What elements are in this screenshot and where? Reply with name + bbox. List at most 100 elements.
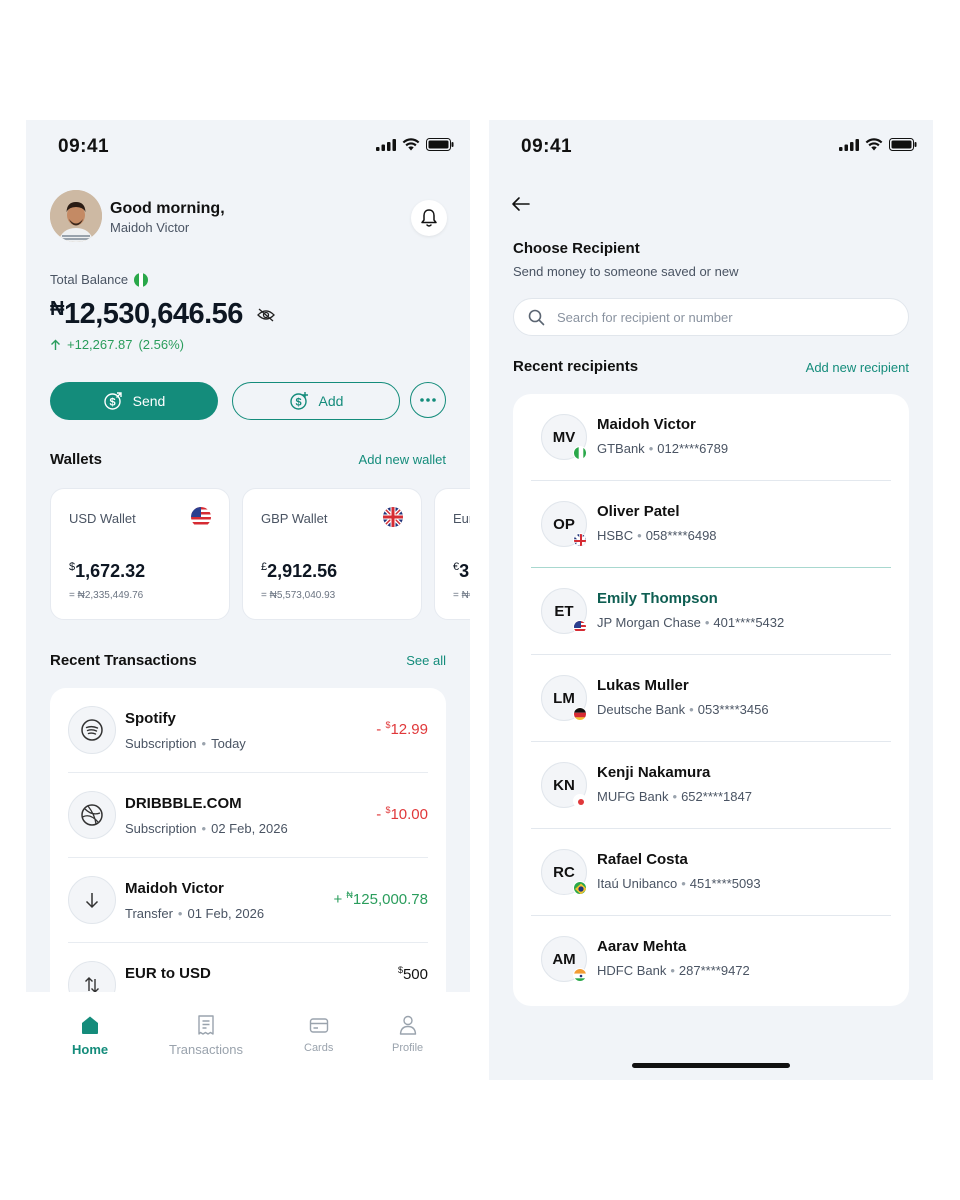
wallet-amount: $1,672.32 <box>69 561 146 581</box>
tab-label: Cards <box>304 1042 334 1054</box>
home-screen: 09:41 Good morning, Maidoh Victor Total … <box>26 120 470 1080</box>
avatar-photo <box>50 190 102 242</box>
uk-flag-icon <box>573 533 587 547</box>
transaction-title: Spotify <box>125 710 176 727</box>
avatar[interactable] <box>50 190 102 242</box>
add-recipient-link[interactable]: Add new recipient <box>806 360 909 375</box>
card-icon <box>309 1018 328 1033</box>
svg-text:$: $ <box>295 397 301 409</box>
uk-flag-icon <box>383 507 403 527</box>
status-icons <box>376 138 454 151</box>
recent-recipients-title: Recent recipients <box>513 358 639 375</box>
wallet-card-usd[interactable]: USD Wallet $1,672.32 = ₦2,335,449.76 <box>50 488 230 620</box>
add-button-label: Add <box>318 393 344 409</box>
tab-cards[interactable]: Cards <box>304 1014 333 1054</box>
greeting: Good morning, <box>110 200 225 217</box>
wallet-card-eur[interactable]: Eur €3 = ₦€ <box>434 488 470 620</box>
wallet-name: GBP Wallet <box>261 511 328 526</box>
transaction-meta: Subscription • 02 Feb, 2026 <box>125 821 288 836</box>
germany-flag-icon <box>573 707 587 721</box>
tab-profile[interactable]: Profile <box>392 1014 423 1054</box>
brazil-flag-icon <box>573 881 587 895</box>
status-time: 09:41 <box>58 136 110 157</box>
status-bar: 09:41 <box>489 120 933 174</box>
wallet-amount: €3 <box>453 561 470 581</box>
us-flag-icon <box>573 620 587 634</box>
japan-flag-icon <box>573 794 587 808</box>
recipient-row[interactable]: KN Kenji Nakamura MUFG Bank • 652****1847 <box>531 742 891 829</box>
transaction-title: DRIBBBLE.COM <box>125 795 242 812</box>
recipient-row[interactable]: AM Aarav Mehta HDFC Bank • 287****9472 <box>531 916 891 1003</box>
recipients-card: MV Maidoh Victor GTBank • 012****6789 OP O… <box>513 394 909 1006</box>
recipient-bank: HDFC Bank • 287****9472 <box>597 963 750 978</box>
transaction-title: Maidoh Victor <box>125 880 224 897</box>
receipt-icon <box>198 1015 214 1035</box>
recipient-bank: Deutsche Bank • 053****3456 <box>597 702 769 717</box>
balance-amount: ₦12,530,646.56 <box>50 298 243 330</box>
balance-amount-row: ₦12,530,646.56 <box>50 298 275 331</box>
recipient-name: Lukas Muller <box>597 677 689 694</box>
transaction-title: EUR to USD <box>125 965 211 982</box>
wifi-icon <box>402 138 420 151</box>
tab-transactions[interactable]: Transactions <box>169 1014 243 1057</box>
recipient-row[interactable]: OP Oliver Patel HSBC • 058****6498 <box>531 481 891 568</box>
search-input[interactable] <box>557 309 877 325</box>
transaction-meta: Subscription • Today <box>125 736 246 751</box>
transaction-row[interactable]: DRIBBBLE.COM Subscription • 02 Feb, 2026 -… <box>68 773 428 858</box>
dribbble-icon <box>68 791 116 839</box>
spotify-icon <box>68 706 116 754</box>
add-money-button[interactable]: $ Add <box>232 382 400 420</box>
recipient-row-selected[interactable]: ET Emily Thompson JP Morgan Chase • 401***… <box>531 568 891 655</box>
transaction-amount: $500 <box>397 965 428 983</box>
search-icon <box>528 309 545 325</box>
notification-button[interactable] <box>411 200 447 236</box>
transaction-amount: + ₦125,000.78 <box>333 890 428 908</box>
more-options-button[interactable] <box>410 382 446 418</box>
tab-bar: Home Transactions Cards Profile <box>26 992 470 1080</box>
page-title: Choose Recipient <box>513 240 640 257</box>
wallet-converted: = ₦€ <box>453 590 470 601</box>
tab-label: Profile <box>392 1042 424 1054</box>
see-all-link[interactable]: See all <box>406 653 446 668</box>
send-money-icon: $ <box>103 392 122 410</box>
status-bar: 09:41 <box>26 120 470 174</box>
wallet-amount: £2,912.56 <box>261 561 338 581</box>
signal-icon <box>839 138 859 151</box>
recipient-bank: Itaú Unibanco • 451****5093 <box>597 876 761 891</box>
tab-home[interactable]: Home <box>72 1014 108 1057</box>
transaction-meta: Transfer • 01 Feb, 2026 <box>125 906 265 921</box>
send-button[interactable]: $ Send <box>50 382 218 420</box>
wallet-converted: = ₦5,573,040.93 <box>261 590 336 601</box>
india-flag-icon <box>573 968 587 982</box>
eye-off-icon[interactable] <box>257 308 275 322</box>
transaction-row[interactable]: Maidoh Victor Transfer • 01 Feb, 2026 + ₦1… <box>68 858 428 943</box>
add-wallet-link[interactable]: Add new wallet <box>359 452 446 467</box>
status-icons <box>839 138 917 151</box>
recipient-row[interactable]: RC Rafael Costa Itaú Unibanco • 451****509… <box>531 829 891 916</box>
wallet-name: USD Wallet <box>69 511 136 526</box>
recipient-name: Kenji Nakamura <box>597 764 711 781</box>
transaction-row[interactable]: Spotify Subscription • Today - $12.99 <box>68 688 428 773</box>
signal-icon <box>376 138 396 151</box>
recipient-row[interactable]: LM Lukas Muller Deutsche Bank • 053****345… <box>531 655 891 742</box>
user-icon <box>399 1015 416 1035</box>
balance-change-percent: (2.56%) <box>138 337 184 352</box>
back-arrow-icon[interactable] <box>511 196 531 212</box>
transaction-amount: - $12.99 <box>376 720 428 738</box>
page-subtitle: Send money to someone saved or new <box>513 264 739 279</box>
recipient-name: Maidoh Victor <box>597 416 696 433</box>
nigeria-flag-icon <box>134 272 149 287</box>
choose-recipient-screen: 09:41 Choose Recipient Send money to som… <box>489 120 933 1080</box>
recipient-name: Rafael Costa <box>597 851 688 868</box>
recipient-name: Oliver Patel <box>597 503 680 520</box>
wallet-card-gbp[interactable]: GBP Wallet £2,912.56 = ₦5,573,040.93 <box>242 488 422 620</box>
balance-label-row: Total Balance <box>50 272 149 287</box>
user-name: Maidoh Victor <box>110 220 190 235</box>
wallet-converted: = ₦2,335,449.76 <box>69 590 144 601</box>
home-indicator[interactable] <box>632 1063 790 1068</box>
tab-label: Transactions <box>169 1042 243 1057</box>
recipient-row[interactable]: MV Maidoh Victor GTBank • 012****6789 <box>531 394 891 481</box>
balance-change: +12,267.87 (2.56%) <box>50 337 184 352</box>
wallet-name: Eur <box>453 511 470 526</box>
transactions-card: Spotify Subscription • Today - $12.99 DRIB… <box>50 688 446 1028</box>
